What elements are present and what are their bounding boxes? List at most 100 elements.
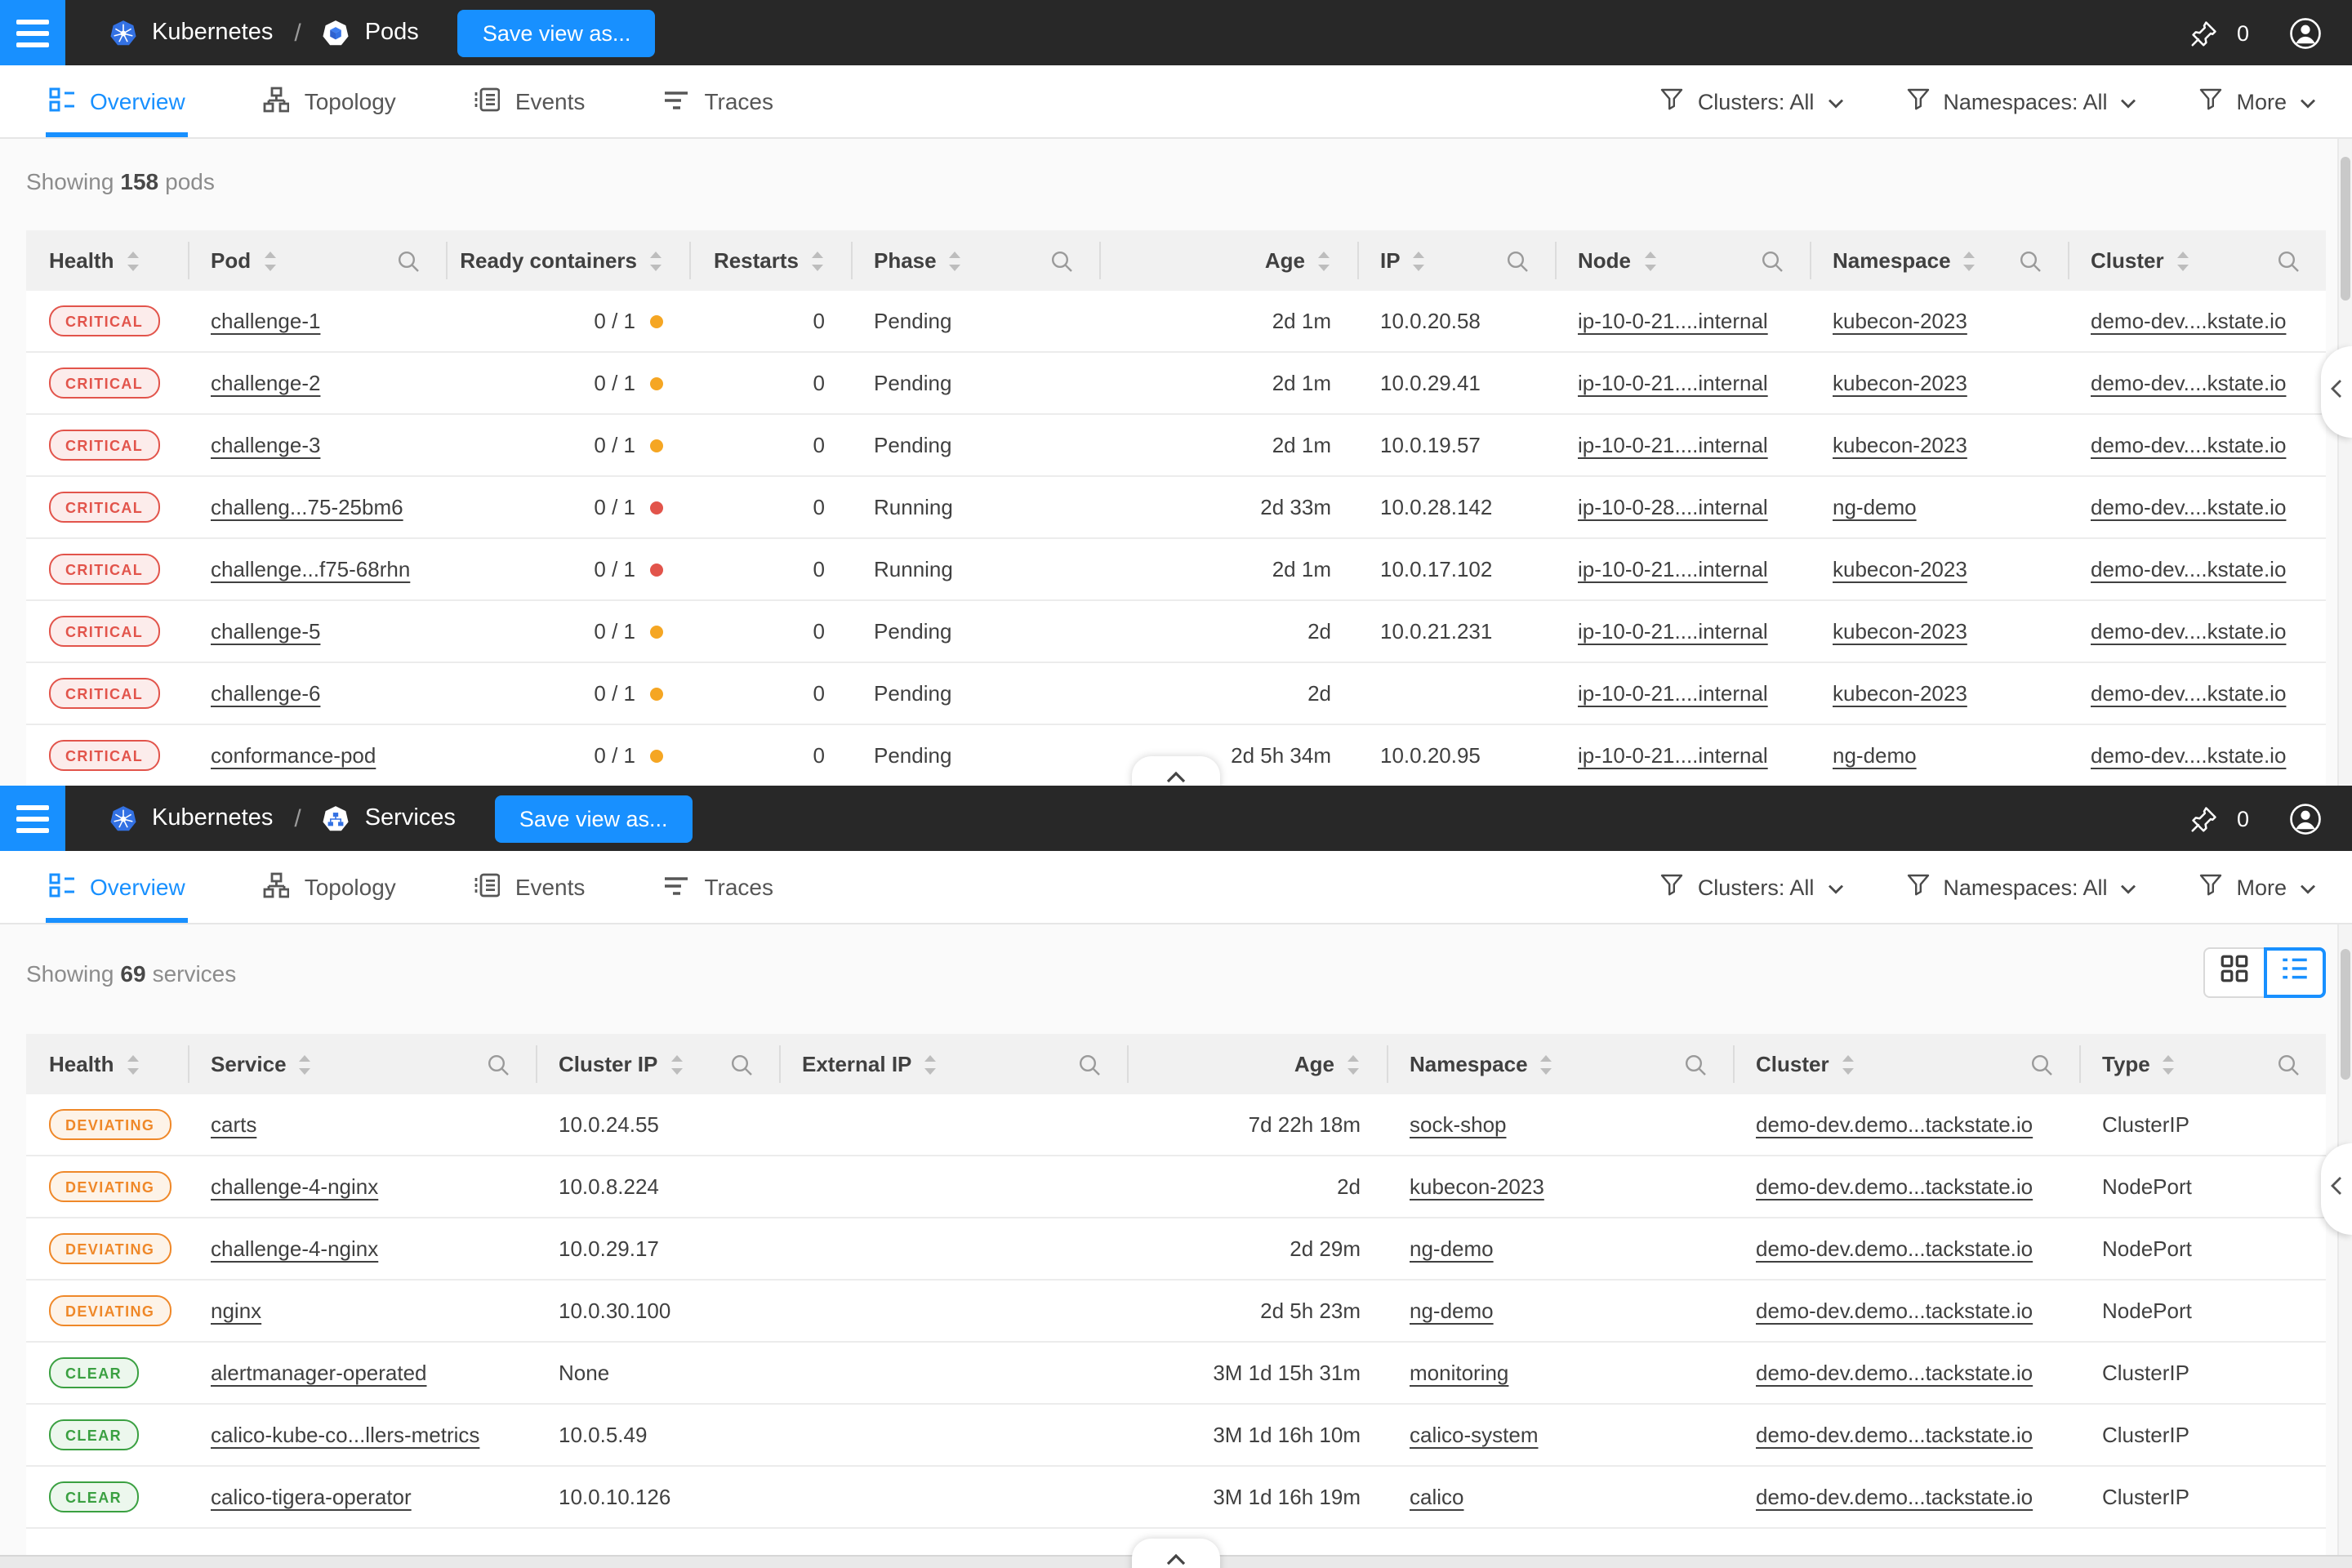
collapse-right-panel-button[interactable] bbox=[2321, 1143, 2352, 1235]
breadcrumb-kubernetes[interactable]: Kubernetes bbox=[152, 20, 273, 46]
namespace-link[interactable]: ng-demo bbox=[1410, 1236, 1494, 1261]
sort-icon[interactable] bbox=[810, 249, 825, 272]
filter-namespaces[interactable]: Namespaces: All bbox=[1905, 872, 2136, 902]
cluster-link[interactable]: demo-dev....kstate.io bbox=[2091, 743, 2286, 768]
namespace-link[interactable]: kubecon-2023 bbox=[1833, 309, 1967, 333]
namespace-link[interactable]: kubecon-2023 bbox=[1833, 433, 1967, 457]
filter-namespaces[interactable]: Namespaces: All bbox=[1905, 87, 2136, 116]
column-header-namespace[interactable]: Namespace bbox=[1810, 230, 2068, 291]
service-link[interactable]: calico-kube-co...llers-metrics bbox=[211, 1423, 479, 1447]
service-link[interactable]: nginx bbox=[211, 1298, 261, 1323]
menu-button[interactable] bbox=[0, 0, 65, 65]
sort-icon[interactable] bbox=[648, 249, 663, 272]
cluster-link[interactable]: demo-dev.demo...tackstate.io bbox=[1756, 1485, 2033, 1509]
sort-icon[interactable] bbox=[2176, 249, 2190, 272]
tab-overview[interactable]: Overview bbox=[49, 65, 185, 137]
cluster-link[interactable]: demo-dev....kstate.io bbox=[2091, 309, 2286, 333]
namespace-link[interactable]: ng-demo bbox=[1833, 495, 1917, 519]
filter-clusters[interactable]: Clusters: All bbox=[1660, 87, 1844, 116]
cluster-link[interactable]: demo-dev....kstate.io bbox=[2091, 619, 2286, 644]
namespace-link[interactable]: kubecon-2023 bbox=[1833, 371, 1967, 395]
cluster-link[interactable]: demo-dev.demo...tackstate.io bbox=[1756, 1174, 2033, 1199]
pod-link[interactable]: challenge-6 bbox=[211, 681, 320, 706]
sort-icon[interactable] bbox=[1346, 1053, 1361, 1076]
node-link[interactable]: ip-10-0-21....internal bbox=[1578, 557, 1768, 581]
tab-events[interactable]: Events bbox=[474, 851, 586, 923]
cluster-link[interactable]: demo-dev.demo...tackstate.io bbox=[1756, 1361, 2033, 1385]
sort-icon[interactable] bbox=[125, 1053, 140, 1076]
namespace-link[interactable]: kubecon-2023 bbox=[1833, 619, 1967, 644]
search-icon[interactable] bbox=[2019, 249, 2042, 272]
column-header-health[interactable]: Health bbox=[26, 1034, 188, 1094]
service-link[interactable]: carts bbox=[211, 1112, 256, 1137]
pin-icon[interactable] bbox=[2189, 803, 2221, 834]
search-icon[interactable] bbox=[1078, 1053, 1101, 1076]
search-icon[interactable] bbox=[1506, 249, 1529, 272]
collapse-pane-button[interactable] bbox=[1132, 756, 1220, 786]
sort-icon[interactable] bbox=[1642, 249, 1657, 272]
cluster-link[interactable]: demo-dev.demo...tackstate.io bbox=[1756, 1236, 2033, 1261]
column-header-cluster_ip[interactable]: Cluster IP bbox=[536, 1034, 779, 1094]
search-icon[interactable] bbox=[487, 1053, 510, 1076]
column-header-restarts[interactable]: Restarts bbox=[689, 230, 851, 291]
node-link[interactable]: ip-10-0-21....internal bbox=[1578, 309, 1768, 333]
column-header-age[interactable]: Age bbox=[1127, 1034, 1387, 1094]
tab-overview[interactable]: Overview bbox=[49, 851, 185, 923]
column-header-pod[interactable]: Pod bbox=[188, 230, 446, 291]
sort-icon[interactable] bbox=[923, 1053, 938, 1076]
menu-button[interactable] bbox=[0, 786, 65, 851]
user-avatar[interactable] bbox=[2288, 801, 2323, 835]
column-header-cluster[interactable]: Cluster bbox=[1733, 1034, 2079, 1094]
sort-icon[interactable] bbox=[1841, 1053, 1855, 1076]
column-header-ready[interactable]: Ready containers bbox=[446, 230, 689, 291]
search-icon[interactable] bbox=[730, 1053, 753, 1076]
save-view-as-button[interactable]: Save view as... bbox=[495, 795, 693, 842]
pod-link[interactable]: challenge-2 bbox=[211, 371, 320, 395]
node-link[interactable]: ip-10-0-21....internal bbox=[1578, 743, 1768, 768]
cluster-link[interactable]: demo-dev.demo...tackstate.io bbox=[1756, 1112, 2033, 1137]
namespace-link[interactable]: sock-shop bbox=[1410, 1112, 1507, 1137]
column-header-node[interactable]: Node bbox=[1555, 230, 1810, 291]
namespace-link[interactable]: monitoring bbox=[1410, 1361, 1508, 1385]
node-link[interactable]: ip-10-0-28....internal bbox=[1578, 495, 1768, 519]
pod-link[interactable]: challeng...75-25bm6 bbox=[211, 495, 403, 519]
filter-more[interactable]: More bbox=[2198, 872, 2316, 902]
column-header-phase[interactable]: Phase bbox=[851, 230, 1099, 291]
cluster-link[interactable]: demo-dev....kstate.io bbox=[2091, 433, 2286, 457]
column-header-health[interactable]: Health bbox=[26, 230, 188, 291]
search-icon[interactable] bbox=[1050, 249, 1073, 272]
service-link[interactable]: calico-tigera-operator bbox=[211, 1485, 412, 1509]
collapse-right-panel-button[interactable] bbox=[2321, 346, 2352, 438]
tab-traces[interactable]: Traces bbox=[663, 65, 773, 137]
sort-icon[interactable] bbox=[1316, 249, 1331, 272]
column-header-namespace[interactable]: Namespace bbox=[1387, 1034, 1733, 1094]
sort-icon[interactable] bbox=[1962, 249, 1977, 272]
column-header-type[interactable]: Type bbox=[2079, 1034, 2326, 1094]
namespace-link[interactable]: calico-system bbox=[1410, 1423, 1539, 1447]
column-header-cluster[interactable]: Cluster bbox=[2068, 230, 2326, 291]
pin-icon[interactable] bbox=[2189, 17, 2221, 48]
service-link[interactable]: alertmanager-operated bbox=[211, 1361, 427, 1385]
cluster-link[interactable]: demo-dev....kstate.io bbox=[2091, 557, 2286, 581]
cluster-link[interactable]: demo-dev....kstate.io bbox=[2091, 681, 2286, 706]
sort-icon[interactable] bbox=[298, 1053, 313, 1076]
column-header-service[interactable]: Service bbox=[188, 1034, 536, 1094]
namespace-link[interactable]: calico bbox=[1410, 1485, 1464, 1509]
column-header-ip[interactable]: IP bbox=[1357, 230, 1555, 291]
sort-icon[interactable] bbox=[262, 249, 277, 272]
filter-clusters[interactable]: Clusters: All bbox=[1660, 872, 1844, 902]
save-view-as-button[interactable]: Save view as... bbox=[458, 9, 656, 56]
sort-icon[interactable] bbox=[2162, 1053, 2176, 1076]
vertical-scrollbar-thumb[interactable] bbox=[2341, 949, 2350, 1080]
search-icon[interactable] bbox=[1684, 1053, 1707, 1076]
column-header-external_ip[interactable]: External IP bbox=[779, 1034, 1127, 1094]
namespace-link[interactable]: ng-demo bbox=[1833, 743, 1917, 768]
search-icon[interactable] bbox=[1761, 249, 1784, 272]
namespace-link[interactable]: kubecon-2023 bbox=[1833, 681, 1967, 706]
search-icon[interactable] bbox=[397, 249, 420, 272]
sort-icon[interactable] bbox=[948, 249, 963, 272]
grid-view-button[interactable] bbox=[2203, 947, 2265, 998]
breadcrumb-kubernetes[interactable]: Kubernetes bbox=[152, 805, 273, 831]
sort-icon[interactable] bbox=[669, 1053, 684, 1076]
pod-link[interactable]: conformance-pod bbox=[211, 743, 376, 768]
